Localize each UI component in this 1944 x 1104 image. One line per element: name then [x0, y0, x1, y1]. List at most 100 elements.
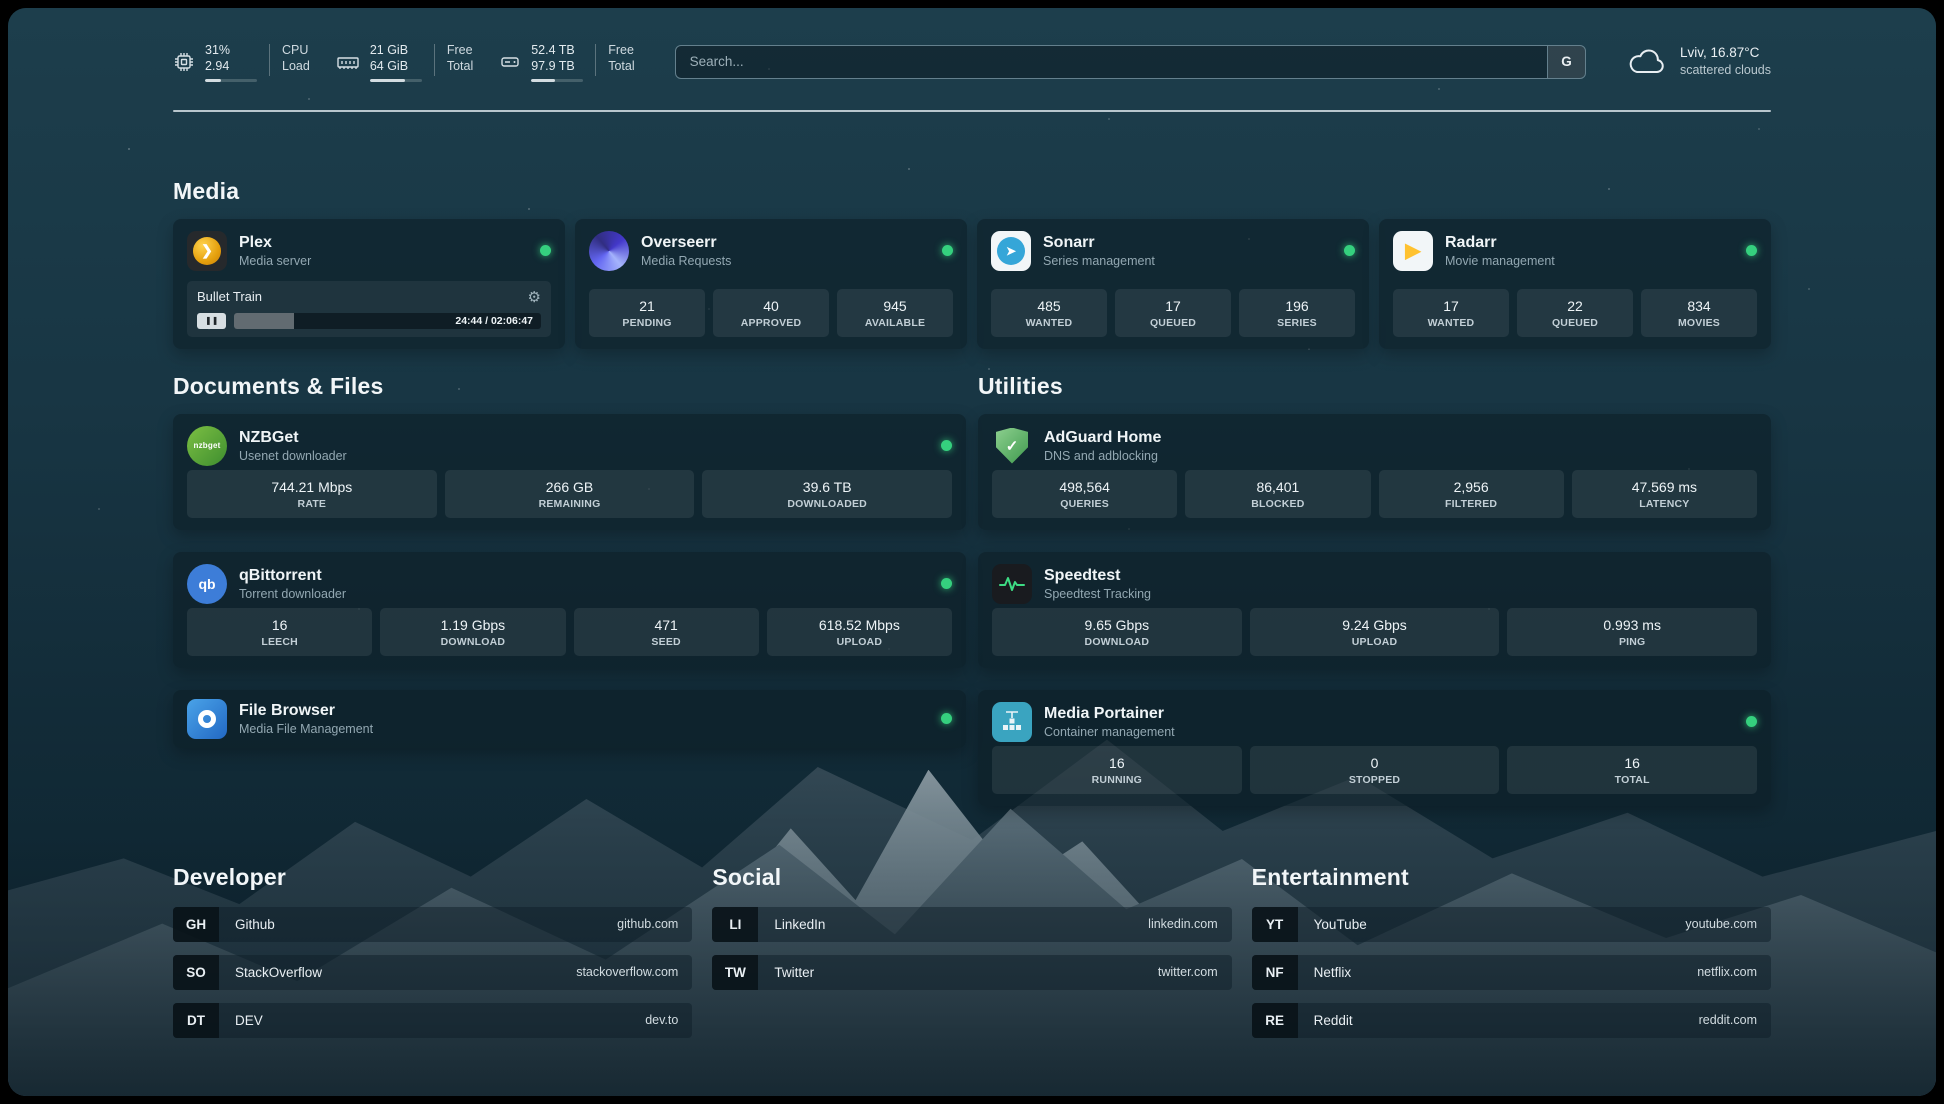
app-card-plex[interactable]: ❯ Plex Media server Bullet Train ⚙	[173, 219, 565, 349]
bookmark-youtube[interactable]: YT YouTube youtube.com	[1252, 907, 1771, 942]
status-dot-online	[540, 245, 551, 256]
section-title-social: Social	[712, 864, 1231, 891]
stat-value: 17	[1119, 298, 1227, 314]
app-card-adguard[interactable]: ✓ AdGuard Home DNS and adblocking 498,56…	[978, 414, 1771, 530]
nzbget-icon: nzbget	[187, 426, 227, 466]
section-title-documents: Documents & Files	[173, 373, 966, 400]
stat-box: 0STOPPED	[1250, 746, 1500, 794]
playback-progress-bar[interactable]: 24:44 / 02:06:47	[234, 313, 541, 329]
bookmark-linkedin[interactable]: LI LinkedIn linkedin.com	[712, 907, 1231, 942]
bookmark-netflix[interactable]: NF Netflix netflix.com	[1252, 955, 1771, 990]
settings-gear-icon[interactable]: ⚙	[528, 288, 541, 306]
app-card-filebrowser[interactable]: File Browser Media File Management	[173, 690, 966, 748]
app-card-nzbget[interactable]: nzbget NZBGet Usenet downloader 744.21 M…	[173, 414, 966, 530]
app-titles: Overseerr Media Requests	[641, 234, 731, 268]
overseerr-icon	[589, 231, 629, 271]
stat-label: REMAINING	[449, 498, 691, 510]
cpu-load-value: 2.94	[205, 58, 257, 74]
stat-box: 21PENDING	[589, 289, 705, 337]
header-divider	[173, 110, 1771, 112]
sonarr-icon: ➤	[991, 231, 1031, 271]
stat-label: QUERIES	[996, 498, 1173, 510]
stat-value: 17	[1397, 298, 1505, 314]
bookmark-github[interactable]: GH Github github.com	[173, 907, 692, 942]
stat-value: 9.24 Gbps	[1254, 617, 1496, 633]
documents-card-list: nzbget NZBGet Usenet downloader 744.21 M…	[173, 414, 966, 748]
bookmark-url: reddit.com	[1699, 1013, 1757, 1027]
bookmark-name: Github	[235, 917, 275, 932]
card-header: nzbget NZBGet Usenet downloader	[187, 426, 952, 466]
disk-free: 52.4 TB	[531, 42, 583, 58]
stat-box: 17 QUEUED	[1115, 289, 1231, 337]
stat-value: 16	[996, 755, 1238, 771]
stat-label: QUEUED	[1119, 317, 1227, 329]
app-name: Plex	[239, 234, 311, 252]
search-engine-button[interactable]: G	[1547, 46, 1585, 78]
playback-progress-fill	[234, 313, 294, 329]
weather-location: Lviv, 16.87°C	[1680, 44, 1771, 62]
cpu-labels: CPU Load	[282, 42, 310, 82]
cloud-icon	[1626, 47, 1668, 77]
card-header: ▶ Radarr Movie management	[1393, 231, 1757, 271]
weather-condition: scattered clouds	[1680, 62, 1771, 79]
app-name: qBittorrent	[239, 567, 346, 585]
status-dot-online	[1746, 245, 1757, 256]
card-header: ➤ Sonarr Series management	[991, 231, 1355, 271]
status-dot-online	[1344, 245, 1355, 256]
divider	[434, 44, 435, 76]
bookmark-dev[interactable]: DT DEV dev.to	[173, 1003, 692, 1038]
stats-row: 9.65 GbpsDOWNLOAD 9.24 GbpsUPLOAD 0.993 …	[992, 608, 1757, 656]
section-title-utilities: Utilities	[978, 373, 1771, 400]
ram-labels: Free Total	[447, 42, 473, 82]
app-card-portainer[interactable]: Media Portainer Container management 16R…	[978, 690, 1771, 806]
filebrowser-icon	[187, 699, 227, 739]
app-card-sonarr[interactable]: ➤ Sonarr Series management 485 WANTED 17 Q…	[977, 219, 1369, 349]
stat-value: 0	[1254, 755, 1496, 771]
search-input[interactable]	[676, 46, 1547, 78]
stat-label: SEED	[578, 636, 755, 648]
stats-row: 498,564QUERIES 86,401BLOCKED 2,956FILTER…	[992, 470, 1757, 518]
pause-button[interactable]: ❚❚	[197, 313, 226, 329]
bookmark-abbr: NF	[1252, 955, 1298, 990]
stat-value: 485	[995, 298, 1103, 314]
stat-value: 2,956	[1383, 479, 1560, 495]
bookmark-reddit[interactable]: RE Reddit reddit.com	[1252, 1003, 1771, 1038]
stat-box: 266 GBREMAINING	[445, 470, 695, 518]
stat-label: DOWNLOAD	[996, 636, 1238, 648]
stat-value: 47.569 ms	[1576, 479, 1753, 495]
stat-box: 485 WANTED	[991, 289, 1107, 337]
portainer-icon	[992, 702, 1032, 742]
stat-label: WANTED	[995, 317, 1103, 329]
app-card-overseerr[interactable]: Overseerr Media Requests 21PENDING 40APP…	[575, 219, 967, 349]
now-playing-title: Bullet Train	[197, 289, 262, 304]
now-playing-row: Bullet Train ⚙	[197, 288, 541, 306]
app-name: Overseerr	[641, 234, 731, 252]
dashboard-screen: 31% 2.94 CPU Load	[8, 8, 1936, 1096]
stat-value: 471	[578, 617, 755, 633]
bookmark-url: youtube.com	[1685, 917, 1757, 931]
section-title-media: Media	[173, 178, 1771, 205]
app-card-speedtest[interactable]: Speedtest Speedtest Tracking 9.65 GbpsDO…	[978, 552, 1771, 668]
bookmark-name: Twitter	[774, 965, 814, 980]
stat-box: 9.65 GbpsDOWNLOAD	[992, 608, 1242, 656]
stats-row: 17WANTED 22QUEUED 834MOVIES	[1393, 289, 1757, 337]
bookmark-stackoverflow[interactable]: SO StackOverflow stackoverflow.com	[173, 955, 692, 990]
bookmark-abbr: YT	[1252, 907, 1298, 942]
app-titles: Sonarr Series management	[1043, 234, 1155, 268]
stat-value: 21	[593, 298, 701, 314]
card-header: Media Portainer Container management	[992, 702, 1757, 742]
bookmark-name: DEV	[235, 1013, 263, 1028]
qbittorrent-icon: qb	[187, 564, 227, 604]
waveform-glyph	[999, 574, 1025, 594]
app-titles: NZBGet Usenet downloader	[239, 429, 347, 463]
bookmark-twitter[interactable]: TW Twitter twitter.com	[712, 955, 1231, 990]
app-card-qbittorrent[interactable]: qb qBittorrent Torrent downloader 16LEEC…	[173, 552, 966, 668]
app-subtitle: Series management	[1043, 254, 1155, 268]
app-card-radarr[interactable]: ▶ Radarr Movie management 17WANTED 22QUE…	[1379, 219, 1771, 349]
section-media: Media ❯ Plex Media server Bullet Tr	[173, 178, 1771, 349]
bookmark-name: Netflix	[1314, 965, 1352, 980]
stat-value: 196	[1243, 298, 1351, 314]
stat-value: 498,564	[996, 479, 1173, 495]
bookmark-abbr: SO	[173, 955, 219, 990]
stat-label: PING	[1511, 636, 1753, 648]
